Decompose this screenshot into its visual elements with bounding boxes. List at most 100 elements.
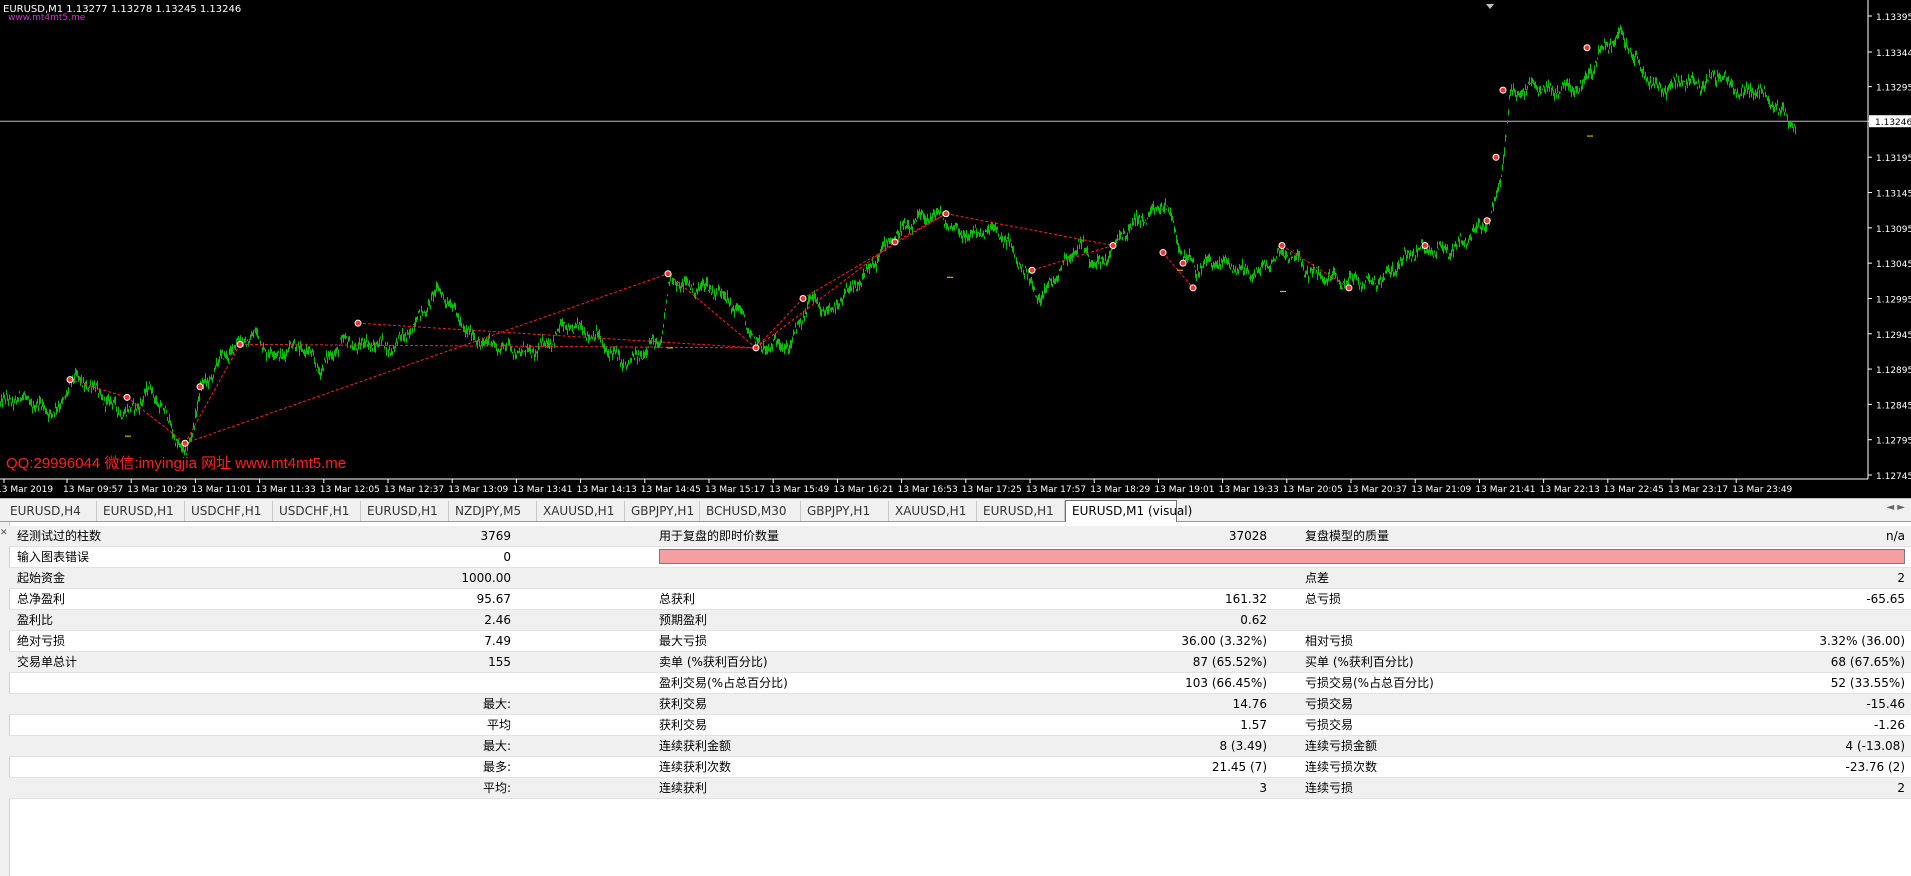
report-value-a: 95.67 (476, 592, 511, 606)
tab-scroll-arrows[interactable]: ◄ ► (1886, 502, 1905, 513)
trade-marker (1483, 217, 1491, 225)
report-value-c: 52 (33.55%) (1830, 676, 1905, 690)
trade-marker (1109, 242, 1117, 249)
tab-xauusd-h1[interactable]: XAUUSD,H1 (889, 501, 977, 521)
report-value-b: 103 (66.45%) (1185, 676, 1267, 690)
report-label-c: 复盘模型的质量 (1305, 529, 1390, 543)
tab-eurusd-h1[interactable]: EURUSD,H1 (977, 501, 1065, 521)
close-icon[interactable]: ✕ (0, 528, 8, 538)
report-label-a: 总净盈利 (17, 592, 66, 606)
tab-usdchf-h1[interactable]: USDCHF,H1 (185, 501, 273, 521)
report-label-b (659, 568, 959, 589)
trade-marker (1499, 86, 1507, 94)
tab-eurusd-h1[interactable]: EURUSD,H1 (361, 501, 449, 521)
report-value-b (959, 547, 1267, 568)
report-label-b: 总获利 (659, 592, 696, 606)
trade-connector-line (802, 213, 947, 299)
trade-connector-line (239, 343, 757, 349)
price-tick-label: 1.12945 (1876, 331, 1911, 341)
trade-marker (66, 376, 74, 384)
report-row: 盈利交易(%占总百分比) 103 (66.45%) 亏损交易(%占总百分比) 52 (… (9, 673, 1911, 694)
tab-xauusd-h1[interactable]: XAUUSD,H1 (537, 501, 625, 521)
time-tick-label: 13 Mar 10:29 (127, 485, 187, 495)
report-value-c: -23.76 (2) (1845, 760, 1906, 774)
time-tick-label: 13 Mar 22:13 (1540, 485, 1600, 495)
report-label-a (17, 778, 267, 799)
trade-marker (1345, 284, 1353, 292)
report-label-c: 相对亏损 (1305, 634, 1354, 648)
price-bars (0, 24, 1796, 455)
tab-nzdjpy-m5[interactable]: NZDJPY,M5 (449, 501, 537, 521)
report-value-a: 最多: (482, 760, 511, 774)
report-value-b: 1.57 (1240, 718, 1267, 732)
report-label-b: 预期盈利 (659, 613, 708, 627)
report-value-b: 0.62 (1240, 613, 1267, 627)
price-chart[interactable]: 1.13395 1.13344 1.13295 1.13246 1.13195 1.131… (0, 0, 1911, 498)
tab-gbpjpy-h1[interactable]: GBPJPY,H1 (801, 501, 889, 521)
time-tick-label: 13 Mar 17:25 (962, 485, 1022, 495)
tab-eurusd-m1-visual[interactable]: EURUSD,M1 (visual) (1065, 500, 1192, 522)
report-value-c (1609, 610, 1905, 631)
report-label-b: 最大亏损 (659, 634, 708, 648)
trade-marker (1492, 153, 1500, 161)
trade-marker (196, 383, 204, 391)
trade-connector-line (1281, 245, 1350, 289)
trade-marker (1278, 242, 1286, 249)
report-label-a (17, 757, 267, 778)
tab-eurusd-h1[interactable]: EURUSD,H1 (97, 501, 185, 521)
time-tick-label: 13 Mar 11:33 (256, 485, 316, 495)
report-value-a: 平均: (482, 781, 511, 795)
report-value-a: 最大: (482, 739, 511, 753)
report-row: 最大: 获利交易 14.76 亏损交易 -15.46 (9, 694, 1911, 715)
time-tick-label: 13 Mar 21:41 (1475, 485, 1535, 495)
trade-connector-line (357, 322, 757, 349)
trade-marker (1159, 249, 1167, 257)
report-row: 最大: 连续获利金额 8 (3.49) 连续亏损金额 4 (-13.08) (9, 736, 1911, 757)
trade-marker (1028, 266, 1036, 274)
report-value-c: -15.46 (1866, 697, 1905, 711)
report-value-b: 87 (65.52%) (1192, 655, 1267, 669)
trade-marker (236, 340, 244, 348)
time-tick-label: 13 Mar 20:05 (1283, 485, 1343, 495)
price-tick-label: 1.12995 (1876, 295, 1911, 305)
report-value-b: 161.32 (1225, 592, 1267, 606)
trade-marker (942, 210, 950, 218)
time-tick-label: 13 Mar 23:17 (1668, 485, 1728, 495)
current-price-label: 1.13246 (1875, 118, 1911, 128)
trade-connector-line (945, 213, 1114, 246)
chart-canvas[interactable]: 1.13395 1.13344 1.13295 1.13246 1.13195 1.131… (0, 0, 1911, 498)
report-label-c (1305, 610, 1605, 631)
time-tick-label: 13 Mar 20:37 (1347, 485, 1407, 495)
tab-eurusd-h4[interactable]: EURUSD,H4 (4, 501, 97, 521)
price-tick-label: 1.13145 (1876, 190, 1911, 200)
report-value-c: 3.32% (36.00) (1819, 634, 1905, 648)
time-tick-label: 13 Mar 21:09 (1411, 485, 1471, 495)
tab-bchusd-m30[interactable]: BCHUSD,M30 (700, 501, 801, 521)
trade-marker (123, 393, 131, 401)
report-value-c: 2 (1897, 781, 1905, 795)
report-value-a: 0 (503, 550, 511, 564)
price-tick-label: 1.12895 (1876, 366, 1911, 376)
report-label-b: 获利交易 (659, 718, 708, 732)
tab-gbpjpy-h1[interactable]: GBPJPY,H1 (625, 501, 700, 521)
time-tick-label: 13 Mar 14:13 (577, 485, 637, 495)
price-tick-label: 1.13045 (1876, 260, 1911, 270)
tab-usdchf-h1[interactable]: USDCHF,H1 (273, 501, 361, 521)
report-value-a: 最大: (482, 697, 511, 711)
price-tick-label: 1.13295 (1876, 84, 1911, 94)
time-tick-label: 13 Mar 16:21 (833, 485, 893, 495)
report-label-c (1305, 547, 1605, 568)
watermark-text: QQ:29996044 微信:imyingjia 网址 www.mt4mt5.m… (6, 455, 347, 472)
trade-marker (1179, 259, 1187, 267)
report-row: 盈利比 2.46 预期盈利 0.62 (9, 610, 1911, 631)
price-tick-label: 1.13195 (1876, 154, 1911, 164)
report-row: 输入图表错误 0 (9, 547, 1911, 568)
report-label-c: 连续亏损次数 (1305, 760, 1378, 774)
time-tick-label: 13 Mar 12:37 (384, 485, 444, 495)
report-value-c: -65.65 (1866, 592, 1905, 606)
report-value-a: 2.46 (484, 613, 511, 627)
report-value-b: 3 (1259, 781, 1267, 795)
price-tick-label: 1.12845 (1876, 401, 1911, 411)
trade-marker (891, 238, 899, 246)
report-value-b: 14.76 (1232, 697, 1267, 711)
